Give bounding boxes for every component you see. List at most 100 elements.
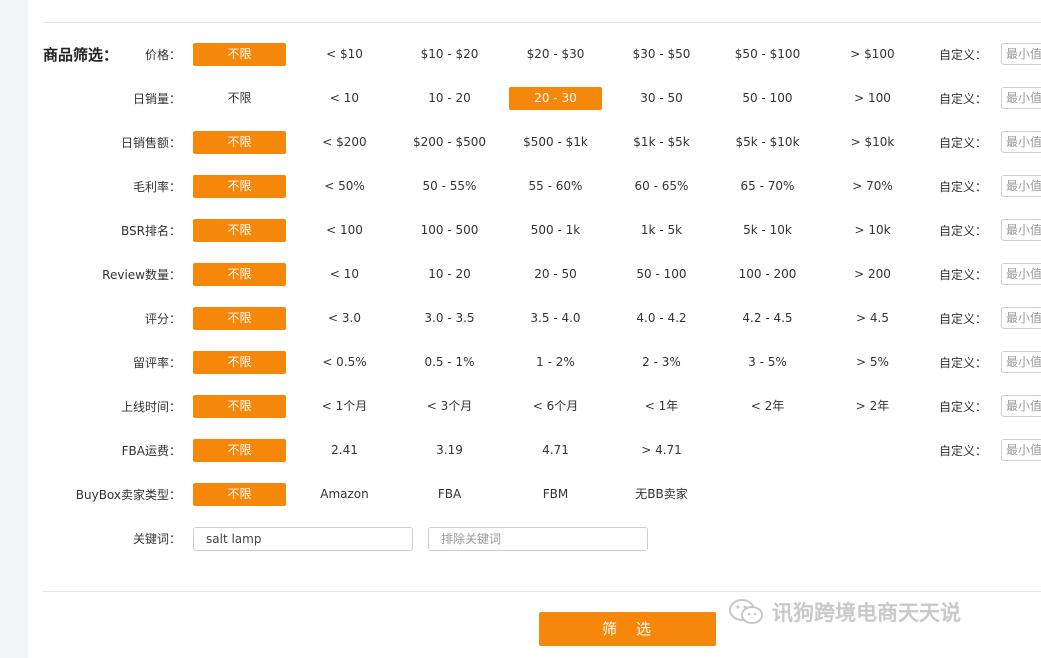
filter-option-selected[interactable]: 不限	[193, 439, 286, 462]
filter-option[interactable]: $20 - $30	[509, 43, 602, 66]
filter-option[interactable]: < $10	[298, 43, 391, 66]
watermark-text: 讯狗跨境电商天天说	[772, 601, 961, 625]
filter-option[interactable]: 55 - 60%	[509, 175, 602, 198]
filter-option[interactable]: < 3个月	[403, 395, 496, 418]
filter-option-selected[interactable]: 不限	[193, 43, 286, 66]
filter-option[interactable]: < 50%	[298, 175, 391, 198]
filter-option[interactable]: > 4.5	[826, 307, 919, 330]
filter-submit-button[interactable]: 筛 选	[539, 612, 716, 646]
filter-option[interactable]: > 200	[826, 263, 919, 286]
filter-option[interactable]: 3 - 5%	[721, 351, 814, 374]
filter-option[interactable]: 3.5 - 4.0	[509, 307, 602, 330]
filter-option[interactable]: > $100	[826, 43, 919, 66]
filter-option[interactable]: 2.41	[298, 439, 391, 462]
min-value-input[interactable]: 最小值	[1001, 263, 1041, 285]
filter-option[interactable]: 不限	[193, 87, 286, 110]
filter-option-selected[interactable]: 20 - 30	[509, 87, 602, 110]
filter-option[interactable]: 50 - 100	[615, 263, 708, 286]
filter-option[interactable]: 50 - 100	[721, 87, 814, 110]
filter-option[interactable]: 无BB卖家	[615, 483, 708, 506]
filter-option[interactable]: > 2年	[826, 395, 919, 418]
top-divider	[42, 22, 1041, 23]
filter-option[interactable]: 100 - 500	[403, 219, 496, 242]
filter-option-selected[interactable]: 不限	[193, 351, 286, 374]
filter-option[interactable]: $50 - $100	[721, 43, 814, 66]
filter-row: 价格： 不限 < $10 $10 - $20 $20 - $30 $30 - $50 $50…	[28, 43, 1041, 67]
filter-option[interactable]: 30 - 50	[615, 87, 708, 110]
filter-option[interactable]: 100 - 200	[721, 263, 814, 286]
filter-row-label: BuyBox卖家类型：	[75, 488, 181, 502]
keyword-input[interactable]: salt lamp	[193, 527, 413, 551]
filter-option[interactable]: $200 - $500	[403, 131, 496, 154]
filter-option[interactable]: FBM	[509, 483, 602, 506]
filter-option[interactable]: $500 - $1k	[509, 131, 602, 154]
filter-option[interactable]: 1 - 2%	[509, 351, 602, 374]
filter-option-selected[interactable]: 不限	[193, 483, 286, 506]
filter-option[interactable]: < $200	[298, 131, 391, 154]
filter-option[interactable]: > 5%	[826, 351, 919, 374]
filter-option[interactable]: 4.71	[509, 439, 602, 462]
filter-option-selected[interactable]: 不限	[193, 219, 286, 242]
filter-option[interactable]: 20 - 50	[509, 263, 602, 286]
filter-option[interactable]: < 10	[298, 87, 391, 110]
min-value-input[interactable]: 最小值	[1001, 439, 1041, 461]
filter-option[interactable]: < 6个月	[509, 395, 602, 418]
filter-option[interactable]: FBA	[403, 483, 496, 506]
filter-option[interactable]: 3.19	[403, 439, 496, 462]
filter-row: Review数量： 不限 < 10 10 - 20 20 - 50 50 - 100 100…	[28, 263, 1041, 287]
filter-row-label: 留评率：	[132, 356, 181, 370]
filter-option[interactable]: 1k - 5k	[615, 219, 708, 242]
filter-row-label: FBA运费：	[121, 444, 181, 458]
filter-option-selected[interactable]: 不限	[193, 263, 286, 286]
filter-option[interactable]: $5k - $10k	[721, 131, 814, 154]
filter-option[interactable]: 4.2 - 4.5	[721, 307, 814, 330]
min-value-input[interactable]: 最小值	[1001, 87, 1041, 109]
min-value-input[interactable]: 最小值	[1001, 131, 1041, 153]
bottom-divider	[42, 591, 1041, 592]
min-value-input[interactable]: 最小值	[1001, 175, 1041, 197]
filter-option[interactable]: 65 - 70%	[721, 175, 814, 198]
filter-row: 毛利率： 不限 < 50% 50 - 55% 55 - 60% 60 - 65% 65 - …	[28, 175, 1041, 199]
wechat-icon	[729, 599, 763, 624]
custom-range-label: 自定义：	[939, 444, 988, 458]
filter-option[interactable]: < 1个月	[298, 395, 391, 418]
custom-range-label: 自定义：	[939, 312, 988, 326]
filter-option[interactable]: 50 - 55%	[403, 175, 496, 198]
filter-option[interactable]: 4.0 - 4.2	[615, 307, 708, 330]
filter-row-label: 日销售额：	[120, 136, 181, 150]
filter-option[interactable]: 0.5 - 1%	[403, 351, 496, 374]
filter-option[interactable]: > 100	[826, 87, 919, 110]
filter-option-selected[interactable]: 不限	[193, 175, 286, 198]
filter-option[interactable]: < 1年	[615, 395, 708, 418]
filter-option-selected[interactable]: 不限	[193, 395, 286, 418]
filter-option[interactable]: < 3.0	[298, 307, 391, 330]
filter-option[interactable]: 3.0 - 3.5	[403, 307, 496, 330]
filter-row-label: 价格：	[144, 48, 181, 62]
filter-option[interactable]: > $10k	[826, 131, 919, 154]
filter-option[interactable]: $30 - $50	[615, 43, 708, 66]
filter-option[interactable]: < 2年	[721, 395, 814, 418]
filter-option[interactable]: < 100	[298, 219, 391, 242]
filter-option[interactable]: 500 - 1k	[509, 219, 602, 242]
filter-option[interactable]: $1k - $5k	[615, 131, 708, 154]
filter-option[interactable]: 2 - 3%	[615, 351, 708, 374]
filter-option[interactable]: 60 - 65%	[615, 175, 708, 198]
filter-option[interactable]: Amazon	[298, 483, 391, 506]
exclude-keyword-input[interactable]: 排除关键词	[428, 527, 648, 551]
filter-option[interactable]: > 70%	[826, 175, 919, 198]
filter-option[interactable]: $10 - $20	[403, 43, 496, 66]
min-value-input[interactable]: 最小值	[1001, 219, 1041, 241]
min-value-input[interactable]: 最小值	[1001, 307, 1041, 329]
filter-option[interactable]: < 10	[298, 263, 391, 286]
min-value-input[interactable]: 最小值	[1001, 395, 1041, 417]
filter-option[interactable]: 10 - 20	[403, 87, 496, 110]
min-value-input[interactable]: 最小值	[1001, 43, 1041, 65]
filter-option-selected[interactable]: 不限	[193, 131, 286, 154]
min-value-input[interactable]: 最小值	[1001, 351, 1041, 373]
filter-option-selected[interactable]: 不限	[193, 307, 286, 330]
filter-option[interactable]: 5k - 10k	[721, 219, 814, 242]
filter-option[interactable]: < 0.5%	[298, 351, 391, 374]
filter-option[interactable]: > 4.71	[615, 439, 708, 462]
filter-option[interactable]: > 10k	[826, 219, 919, 242]
filter-option[interactable]: 10 - 20	[403, 263, 496, 286]
